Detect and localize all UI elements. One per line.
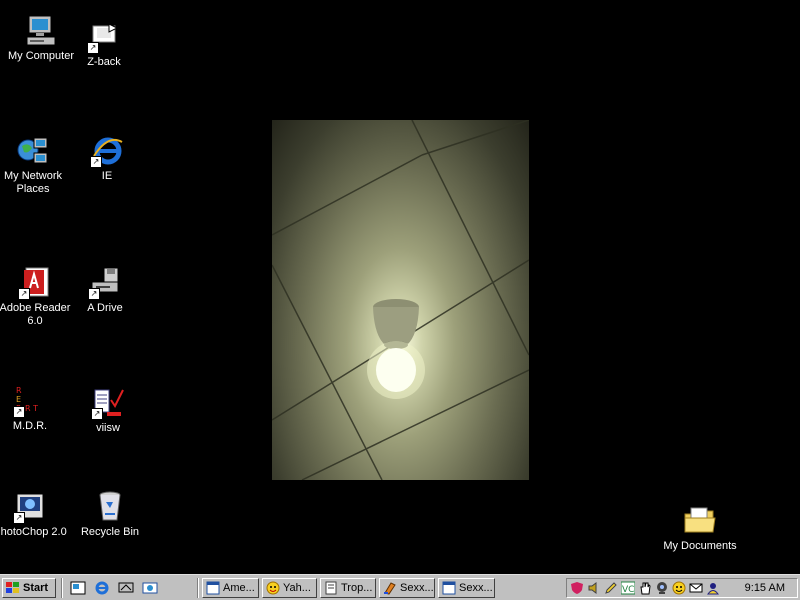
task-button[interactable]: Trop... xyxy=(320,578,376,598)
desktop-icon-my-network-places[interactable]: My Network Places xyxy=(0,134,71,196)
show-desktop-icon[interactable] xyxy=(70,580,86,596)
svg-text:VC: VC xyxy=(622,585,634,595)
computer-icon xyxy=(24,14,58,48)
folder-shortcut-icon: ↗ xyxy=(87,20,121,54)
icon-label: Recycle Bin xyxy=(80,526,140,538)
taskbar-separator xyxy=(61,578,63,598)
network-user-icon[interactable] xyxy=(706,581,720,595)
svg-text:R: R xyxy=(16,386,22,395)
icon-label: Adobe Reader 6.0 xyxy=(0,302,71,327)
icon-label: M.D.R. xyxy=(12,420,48,432)
icon-label: PhotoChop 2.0 xyxy=(0,526,67,538)
photo-editor-icon: ↗ xyxy=(13,490,47,524)
paint-icon xyxy=(384,582,396,595)
icon-label: A Drive xyxy=(87,302,123,314)
task-button[interactable]: Ame... xyxy=(202,578,259,598)
shortcut-arrow-icon: ↗ xyxy=(88,288,100,300)
taskbar-separator xyxy=(197,578,199,598)
start-button[interactable]: Start xyxy=(2,578,56,598)
ceiling-light-photo xyxy=(272,120,529,480)
desktop-icon-viisw[interactable]: ↗ viisw xyxy=(70,386,146,435)
desktop-icon-ie[interactable]: ↗ IE xyxy=(69,134,145,183)
internet-explorer-icon[interactable] xyxy=(94,580,110,596)
desktop-icon[interactable] xyxy=(118,580,134,596)
hand-icon[interactable] xyxy=(638,581,652,595)
icon-label: My Documents xyxy=(663,540,737,552)
document-icon xyxy=(325,581,337,595)
recycle-bin-icon xyxy=(93,490,127,524)
outlook-icon[interactable] xyxy=(142,580,158,596)
desktop-icon-a-drive[interactable]: ↗ A Drive xyxy=(67,266,143,315)
volume-icon[interactable] xyxy=(587,581,601,595)
task-label: Yah... xyxy=(283,582,311,594)
system-tray: VC 9:15 AM xyxy=(566,578,798,598)
viisw-app-icon: ↗ xyxy=(91,386,125,420)
shield-icon[interactable] xyxy=(570,581,584,595)
desktop-icon-photochop[interactable]: ↗ PhotoChop 2.0 xyxy=(0,490,68,539)
task-label: Sexx... xyxy=(400,582,434,594)
icon-label: IE xyxy=(101,170,113,182)
icon-label: Z-back xyxy=(87,56,121,68)
shortcut-arrow-icon: ↗ xyxy=(13,512,25,524)
clock[interactable]: 9:15 AM xyxy=(745,582,785,594)
network-places-icon xyxy=(16,134,50,168)
start-label: Start xyxy=(23,582,49,594)
task-button[interactable]: Yah... xyxy=(262,578,317,598)
wallpaper-photo xyxy=(272,120,529,480)
taskbar: Start Ame... Yah... Trop... Sexx... Sexx… xyxy=(0,574,800,600)
webcam-icon[interactable] xyxy=(655,581,669,595)
internet-explorer-icon: ↗ xyxy=(90,134,124,168)
desktop-icon-mdr[interactable]: R E P R T ↗ M.D.R. xyxy=(0,384,68,433)
desktop-icon-z-back[interactable]: ↗ Z-back xyxy=(66,20,142,69)
my-documents-folder-icon xyxy=(683,504,717,538)
windows-logo-icon xyxy=(6,582,19,593)
window-icon xyxy=(442,581,456,595)
smiley-icon[interactable] xyxy=(672,581,686,595)
shortcut-arrow-icon: ↗ xyxy=(91,408,103,420)
icon-label: viisw xyxy=(96,422,120,434)
task-label: Trop... xyxy=(341,582,373,594)
pencil-icon[interactable] xyxy=(604,581,618,595)
vc-icon[interactable]: VC xyxy=(621,581,635,595)
desktop-icon-adobe-reader[interactable]: ↗ Adobe Reader 6.0 xyxy=(0,266,73,328)
task-label: Sexx... xyxy=(459,582,493,594)
desktop-icon-recycle-bin[interactable]: Recycle Bin xyxy=(72,490,148,539)
shortcut-arrow-icon: ↗ xyxy=(90,156,102,168)
mdr-app-icon: R E P R T ↗ xyxy=(13,384,47,418)
desktop-icon-my-documents[interactable]: My Documents xyxy=(662,504,738,553)
task-button[interactable]: Sexx... xyxy=(438,578,495,598)
shortcut-arrow-icon: ↗ xyxy=(18,288,30,300)
window-icon xyxy=(206,581,220,595)
icon-label: My Network Places xyxy=(3,170,63,195)
adobe-reader-icon: ↗ xyxy=(18,266,52,300)
desktop: My Computer ↗ Z-back My Network Places ↗… xyxy=(0,0,800,574)
task-button[interactable]: Sexx... xyxy=(379,578,435,598)
mail-icon[interactable] xyxy=(689,581,703,595)
task-label: Ame... xyxy=(223,582,255,594)
shortcut-arrow-icon: ↗ xyxy=(13,406,25,418)
svg-text:R T: R T xyxy=(25,404,38,413)
yahoo-messenger-icon xyxy=(266,581,280,595)
floppy-drive-icon: ↗ xyxy=(88,266,122,300)
svg-text:E: E xyxy=(16,395,21,404)
shortcut-arrow-icon: ↗ xyxy=(87,42,99,54)
